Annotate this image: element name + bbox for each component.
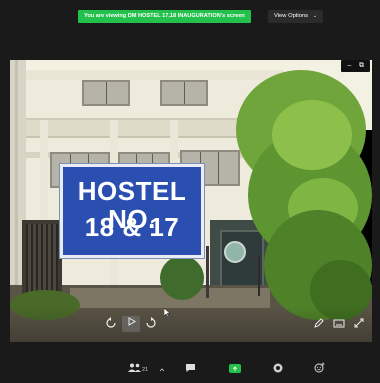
forward-icon[interactable]: [144, 317, 158, 331]
building-window: [160, 80, 208, 106]
mouse-cursor-icon: [163, 307, 171, 319]
shrub: [160, 256, 204, 300]
meeting-toolbar: 21: [0, 356, 380, 383]
participants-count: 21: [142, 367, 149, 373]
fence-gate: [22, 220, 62, 300]
view-options-button[interactable]: View Options ⌄: [268, 10, 323, 23]
fullscreen-icon[interactable]: [352, 317, 366, 331]
shared-screen: – ⧉ HOSTEL NO. 18 & 17: [10, 60, 372, 342]
captions-icon[interactable]: [332, 317, 346, 331]
sharing-banner: You are viewing DM HOSTEL 17,18 INAUGURA…: [78, 10, 251, 23]
minimize-icon[interactable]: –: [345, 62, 354, 70]
restore-icon[interactable]: ⧉: [357, 62, 366, 70]
participants-icon: [128, 363, 141, 374]
sign-pole: [206, 246, 209, 298]
shared-window-controls: – ⧉: [341, 60, 370, 72]
sign-numbers: 18 & 17: [84, 212, 180, 242]
video-controls: [10, 306, 372, 342]
pen-icon[interactable]: [312, 317, 326, 331]
rewind-icon[interactable]: [104, 317, 118, 331]
share-screen-icon[interactable]: [229, 364, 241, 373]
wall-clock: [224, 241, 246, 263]
play-icon[interactable]: [122, 316, 140, 332]
chevron-up-icon[interactable]: [159, 364, 165, 376]
view-options-label: View Options: [274, 13, 309, 19]
chevron-down-icon: ⌄: [312, 13, 317, 19]
lamp-post: [258, 256, 260, 296]
chat-icon[interactable]: [185, 363, 196, 376]
hostel-sign: HOSTEL NO. 18 & 17: [60, 164, 204, 258]
top-bar: You are viewing DM HOSTEL 17,18 INAUGURA…: [0, 0, 380, 30]
record-icon[interactable]: [273, 363, 283, 376]
building-window: [82, 80, 130, 106]
tree-foliage: [272, 100, 352, 170]
reactions-icon[interactable]: [314, 362, 325, 376]
